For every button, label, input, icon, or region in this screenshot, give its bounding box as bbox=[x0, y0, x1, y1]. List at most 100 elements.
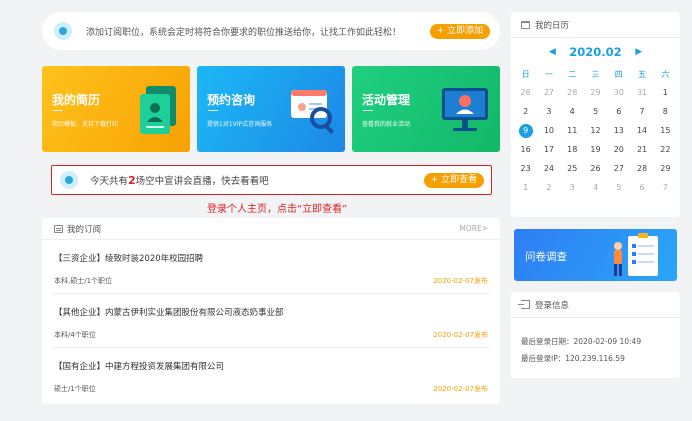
subscription-meta: 本科/4个职位 bbox=[54, 331, 96, 339]
login-info-title: 登录信息 bbox=[535, 300, 570, 311]
calendar-day[interactable]: 6 bbox=[607, 102, 630, 121]
calendar-day[interactable]: 26 bbox=[514, 83, 537, 102]
last-login-date-label: 最后登录日期： bbox=[521, 337, 574, 346]
calendar-day[interactable]: 14 bbox=[630, 121, 653, 140]
consult-search-icon bbox=[291, 90, 334, 134]
subscription-name[interactable]: 【三资企业】绫致时装2020年校园招聘 bbox=[54, 252, 203, 264]
calendar-day[interactable]: 4 bbox=[561, 102, 584, 121]
calendar-day[interactable]: 16 bbox=[514, 140, 537, 159]
calendar-day[interactable]: 6 bbox=[630, 178, 653, 197]
tile-my-resume[interactable]: 我的简历 简历模板，支持下载打印 bbox=[42, 66, 190, 152]
calendar-day[interactable]: 27 bbox=[537, 83, 560, 102]
list-item[interactable]: 【其他企业】内蒙古伊利实业集团股份有限公司液态奶事业部 本科/4个职位 2020… bbox=[52, 294, 490, 348]
weekday-label: 二 bbox=[568, 70, 577, 79]
list-item[interactable]: 【三资企业】绫致时装2020年校园招聘 本科,硕士/1个职位 2020-02-0… bbox=[52, 240, 490, 294]
calendar-day[interactable]: 12 bbox=[584, 121, 607, 140]
calendar-day[interactable]: 31 bbox=[630, 83, 653, 102]
subscription-meta: 硕士/1个职位 bbox=[54, 385, 96, 393]
calendar-day[interactable]: 5 bbox=[584, 102, 607, 121]
survey-banner[interactable]: 问卷调查 bbox=[514, 229, 677, 281]
tile-title: 我的简历 bbox=[52, 93, 101, 107]
calendar-day[interactable]: 28 bbox=[561, 83, 584, 102]
weekday-label: 四 bbox=[614, 70, 623, 79]
subscription-date: 2020-02-07发布 bbox=[433, 331, 488, 339]
calendar-day[interactable]: 4 bbox=[584, 178, 607, 197]
tile-desc: 提供1对1VIP式咨询服务 bbox=[207, 121, 273, 128]
calendar-day[interactable]: 3 bbox=[537, 102, 560, 121]
calendar-title: 我的日历 bbox=[535, 20, 570, 31]
list-item[interactable]: 【国有企业】中建方程投资发展集团有限公司 硕士/1个职位 2020-02-07发… bbox=[52, 348, 490, 402]
weekday-label: 日 bbox=[521, 70, 530, 79]
calendar-day[interactable]: 20 bbox=[607, 140, 630, 159]
tile-desc: 简历模板，支持下载打印 bbox=[52, 121, 119, 128]
my-subscriptions-panel: 我的订阅 MORE> 【三资企业】绫致时装2020年校园招聘 本科,硕士/1个职… bbox=[42, 218, 500, 404]
calendar-day[interactable]: 13 bbox=[607, 121, 630, 140]
calendar-day[interactable]: 15 bbox=[654, 121, 677, 140]
calendar-day[interactable]: 25 bbox=[561, 159, 584, 178]
lightbulb-icon bbox=[60, 171, 78, 189]
live-broadcast-notice: 今天共有2场空中宣讲会直播，快去看看吧 + 立即查看 bbox=[51, 165, 492, 195]
calendar-day[interactable]: 24 bbox=[537, 159, 560, 178]
calendar-day[interactable]: 7 bbox=[654, 178, 677, 197]
calendar-day[interactable]: 19 bbox=[584, 140, 607, 159]
calendar-day[interactable]: 7 bbox=[630, 102, 653, 121]
subscription-name[interactable]: 【其他企业】内蒙古伊利实业集团股份有限公司液态奶事业部 bbox=[54, 306, 284, 318]
more-link[interactable]: MORE> bbox=[459, 224, 488, 233]
last-login-ip-value: 120.239.116.59 bbox=[565, 354, 625, 363]
calendar-day[interactable]: 27 bbox=[607, 159, 630, 178]
calendar-day[interactable]: 17 bbox=[537, 140, 560, 159]
calendar-day[interactable]: 29 bbox=[584, 83, 607, 102]
subscription-name[interactable]: 【国有企业】中建方程投资发展集团有限公司 bbox=[54, 360, 224, 372]
calendar-nav: ◀ 2020.02 ▶ bbox=[511, 38, 680, 66]
calendar-day[interactable]: 23 bbox=[514, 159, 537, 178]
calendar-day[interactable]: 10 bbox=[537, 121, 560, 140]
calendar-day[interactable]: 30 bbox=[607, 83, 630, 102]
monitor-icon bbox=[442, 88, 488, 131]
calendar-day-today[interactable]: 9 bbox=[514, 121, 537, 140]
subscription-date: 2020-02-07发布 bbox=[433, 385, 488, 393]
calendar-day[interactable]: 26 bbox=[584, 159, 607, 178]
subscription-date: 2020-02-07发布 bbox=[433, 277, 488, 285]
login-icon bbox=[518, 300, 530, 309]
calendar-header: 我的日历 bbox=[511, 12, 680, 38]
weekday-label: 一 bbox=[544, 70, 553, 79]
prev-month-icon[interactable]: ◀ bbox=[543, 47, 561, 57]
tile-activity-management[interactable]: 活动管理 查看我的就业活动 bbox=[352, 66, 500, 152]
calendar-day[interactable]: 5 bbox=[607, 178, 630, 197]
last-login-ip: 最后登录IP：120.239.116.59 bbox=[521, 353, 680, 364]
survey-title: 问卷调查 bbox=[525, 251, 567, 263]
subscribe-banner-text: 添加订阅职位，系统会定时将符合你要求的职位推送给你，让找工作如此轻松！ bbox=[86, 27, 402, 38]
view-now-button[interactable]: + 立即查看 bbox=[423, 172, 484, 188]
list-icon bbox=[54, 224, 63, 233]
calendar-day[interactable]: 21 bbox=[630, 140, 653, 159]
next-month-icon[interactable]: ▶ bbox=[630, 47, 648, 57]
calendar-day[interactable]: 29 bbox=[654, 159, 677, 178]
calendar-day[interactable]: 2 bbox=[537, 178, 560, 197]
weekday-label: 三 bbox=[591, 70, 600, 79]
survey-clipboard-icon bbox=[614, 233, 658, 276]
calendar-day[interactable]: 2 bbox=[514, 102, 537, 121]
calendar-day[interactable]: 22 bbox=[654, 140, 677, 159]
calendar-day[interactable]: 18 bbox=[561, 140, 584, 159]
resume-document-icon bbox=[140, 86, 176, 134]
last-login-date: 最后登录日期：2020-02-09 10:49 bbox=[521, 336, 680, 347]
login-info-panel: 登录信息 最后登录日期：2020-02-09 10:49 最后登录IP：120.… bbox=[511, 292, 680, 378]
live-count: 2 bbox=[128, 174, 136, 187]
calendar-day[interactable]: 3 bbox=[561, 178, 584, 197]
tile-divider bbox=[363, 110, 373, 111]
lightbulb-icon bbox=[54, 22, 72, 40]
calendar-day[interactable]: 28 bbox=[630, 159, 653, 178]
my-calendar-panel: 我的日历 ◀ 2020.02 ▶ 日一二三四五六 26 27 28 29 30 31 1 2 3 4… bbox=[511, 12, 680, 217]
calendar-day[interactable]: 1 bbox=[654, 83, 677, 102]
calendar-day[interactable]: 8 bbox=[654, 102, 677, 121]
calendar-month: 2020.02 bbox=[569, 45, 622, 59]
subscriptions-title: 我的订阅 bbox=[67, 224, 102, 235]
add-subscription-button[interactable]: + 立即添加 bbox=[429, 23, 490, 39]
calendar-day[interactable]: 11 bbox=[561, 121, 584, 140]
calendar-day[interactable]: 1 bbox=[514, 178, 537, 197]
calendar-icon bbox=[521, 20, 530, 29]
subscriptions-header: 我的订阅 MORE> bbox=[42, 218, 500, 240]
tile-desc: 查看我的就业活动 bbox=[362, 121, 411, 128]
weekday-label: 六 bbox=[661, 70, 670, 79]
tile-consultation[interactable]: 预约咨询 提供1对1VIP式咨询服务 bbox=[197, 66, 345, 152]
